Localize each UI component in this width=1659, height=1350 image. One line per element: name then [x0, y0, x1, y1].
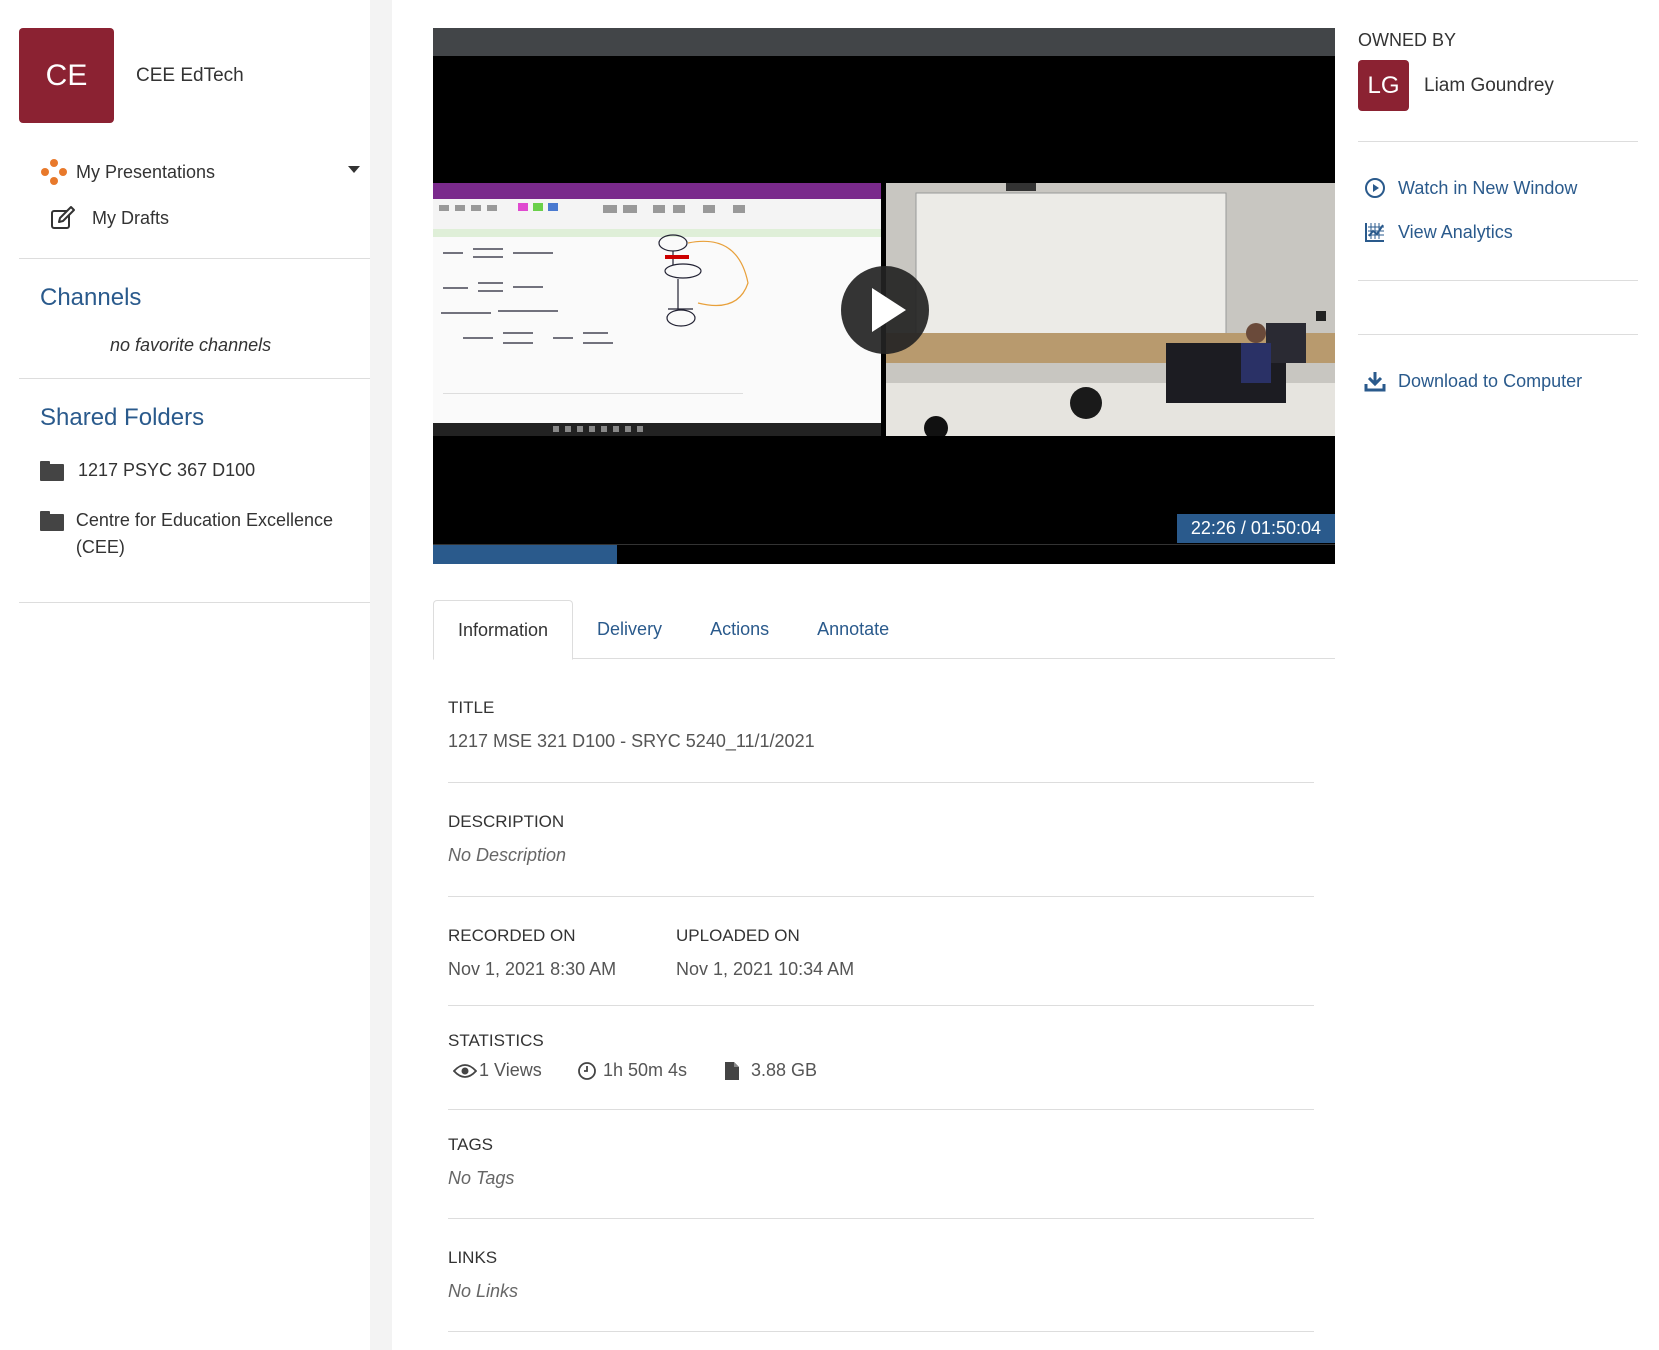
- divider: [448, 896, 1314, 897]
- owner-avatar: LG: [1358, 60, 1409, 111]
- sidebar: CE CEE EdTech My Presentations My Drafts…: [0, 0, 392, 1350]
- divider: [448, 1005, 1314, 1006]
- folder-icon: [40, 461, 64, 481]
- account-header[interactable]: CE CEE EdTech: [19, 28, 244, 123]
- duration-value: 1h 50m 4s: [603, 1060, 688, 1080]
- recorded-on-value: Nov 1, 2021 8:30 AM: [448, 959, 617, 979]
- account-name: CEE EdTech: [136, 64, 244, 86]
- tags-label: TAGS: [448, 1135, 494, 1154]
- title-label: TITLE: [448, 698, 495, 717]
- classroom-thumbnail: [886, 183, 1335, 436]
- channels-empty-note: no favorite channels: [110, 335, 272, 355]
- presentation-tabs: Information Delivery Actions Annotate: [433, 600, 1335, 660]
- owner-info: LG Liam Goundrey: [1358, 60, 1554, 111]
- camera-view: [886, 183, 1335, 436]
- view-analytics-label: View Analytics: [1398, 221, 1513, 242]
- folder-name: Centre for Education Excellence (CEE): [75, 510, 334, 557]
- uploaded-on-label: UPLOADED ON: [676, 926, 800, 945]
- my-drafts-label: My Drafts: [92, 207, 170, 228]
- statistics-label: STATISTICS: [448, 1031, 544, 1050]
- progress-bar[interactable]: [433, 544, 1335, 564]
- view-analytics-link[interactable]: View Analytics: [1364, 221, 1513, 243]
- folder-icon: [40, 511, 64, 531]
- download-label: Download to Computer: [1398, 370, 1583, 391]
- eye-icon: [453, 1063, 477, 1078]
- folder-name: 1217 PSYC 367 D100: [78, 460, 256, 480]
- shared-folders-heading[interactable]: Shared Folders: [40, 404, 204, 432]
- watch-new-window-label: Watch in New Window: [1398, 177, 1578, 198]
- folder-item[interactable]: 1217 PSYC 367 D100: [40, 457, 255, 484]
- owner-name: Liam Goundrey: [1424, 74, 1554, 96]
- divider: [448, 1331, 1314, 1332]
- progress-fill: [433, 545, 617, 564]
- notes-thumbnail: [433, 183, 881, 436]
- my-presentations-label: My Presentations: [76, 161, 216, 182]
- play-button[interactable]: [841, 266, 929, 354]
- views-stat: 1 Views: [453, 1060, 542, 1081]
- presentations-icon: [41, 159, 67, 185]
- description-label: DESCRIPTION: [448, 812, 565, 831]
- divider: [448, 1218, 1314, 1219]
- views-value: 1 Views: [479, 1060, 542, 1080]
- video-top-bar: [433, 28, 1335, 56]
- watch-new-window-link[interactable]: Watch in New Window: [1364, 177, 1577, 199]
- account-avatar: CE: [19, 28, 114, 123]
- folder-item[interactable]: Centre for Education Excellence (CEE): [40, 507, 360, 561]
- duration-stat: 1h 50m 4s: [577, 1060, 687, 1081]
- tab-delivery[interactable]: Delivery: [573, 600, 686, 659]
- chevron-down-icon[interactable]: [348, 166, 360, 173]
- divider: [1358, 141, 1638, 142]
- channels-heading[interactable]: Channels: [40, 284, 141, 312]
- size-stat: 3.88 GB: [723, 1060, 817, 1081]
- tags-value: No Tags: [448, 1168, 515, 1188]
- divider: [19, 378, 370, 379]
- uploaded-on-value: Nov 1, 2021 10:34 AM: [676, 959, 855, 979]
- divider: [448, 782, 1314, 783]
- divider: [1358, 334, 1638, 335]
- title-value: 1217 MSE 321 D100 - SRYC 5240_11/1/2021: [448, 731, 815, 751]
- owned-by-label: OWNED BY: [1358, 30, 1457, 50]
- screen-capture-view: [433, 183, 881, 436]
- recorded-on-label: RECORDED ON: [448, 926, 576, 945]
- links-label: LINKS: [448, 1248, 498, 1267]
- file-icon: [725, 1061, 739, 1080]
- links-value: No Links: [448, 1281, 519, 1301]
- tab-actions[interactable]: Actions: [686, 600, 793, 659]
- divider: [1358, 280, 1638, 281]
- clock-icon: [578, 1061, 596, 1080]
- my-drafts-link[interactable]: My Drafts: [50, 205, 169, 231]
- timecode-display: 22:26 / 01:50:04: [1176, 514, 1335, 543]
- description-value: No Description: [448, 845, 567, 865]
- download-link[interactable]: Download to Computer: [1364, 370, 1582, 392]
- analytics-chart-icon: [1365, 223, 1384, 242]
- tab-information[interactable]: Information: [433, 600, 574, 660]
- video-player[interactable]: 22:26 / 01:50:04: [433, 28, 1335, 564]
- divider: [448, 1109, 1314, 1110]
- divider: [19, 258, 370, 259]
- download-icon: [1364, 372, 1386, 392]
- play-circle-icon: [1365, 178, 1385, 198]
- divider: [19, 602, 370, 603]
- size-value: 3.88 GB: [751, 1060, 818, 1080]
- tab-annotate[interactable]: Annotate: [793, 600, 913, 659]
- my-presentations-menu[interactable]: My Presentations: [40, 158, 360, 186]
- edit-icon: [51, 206, 75, 229]
